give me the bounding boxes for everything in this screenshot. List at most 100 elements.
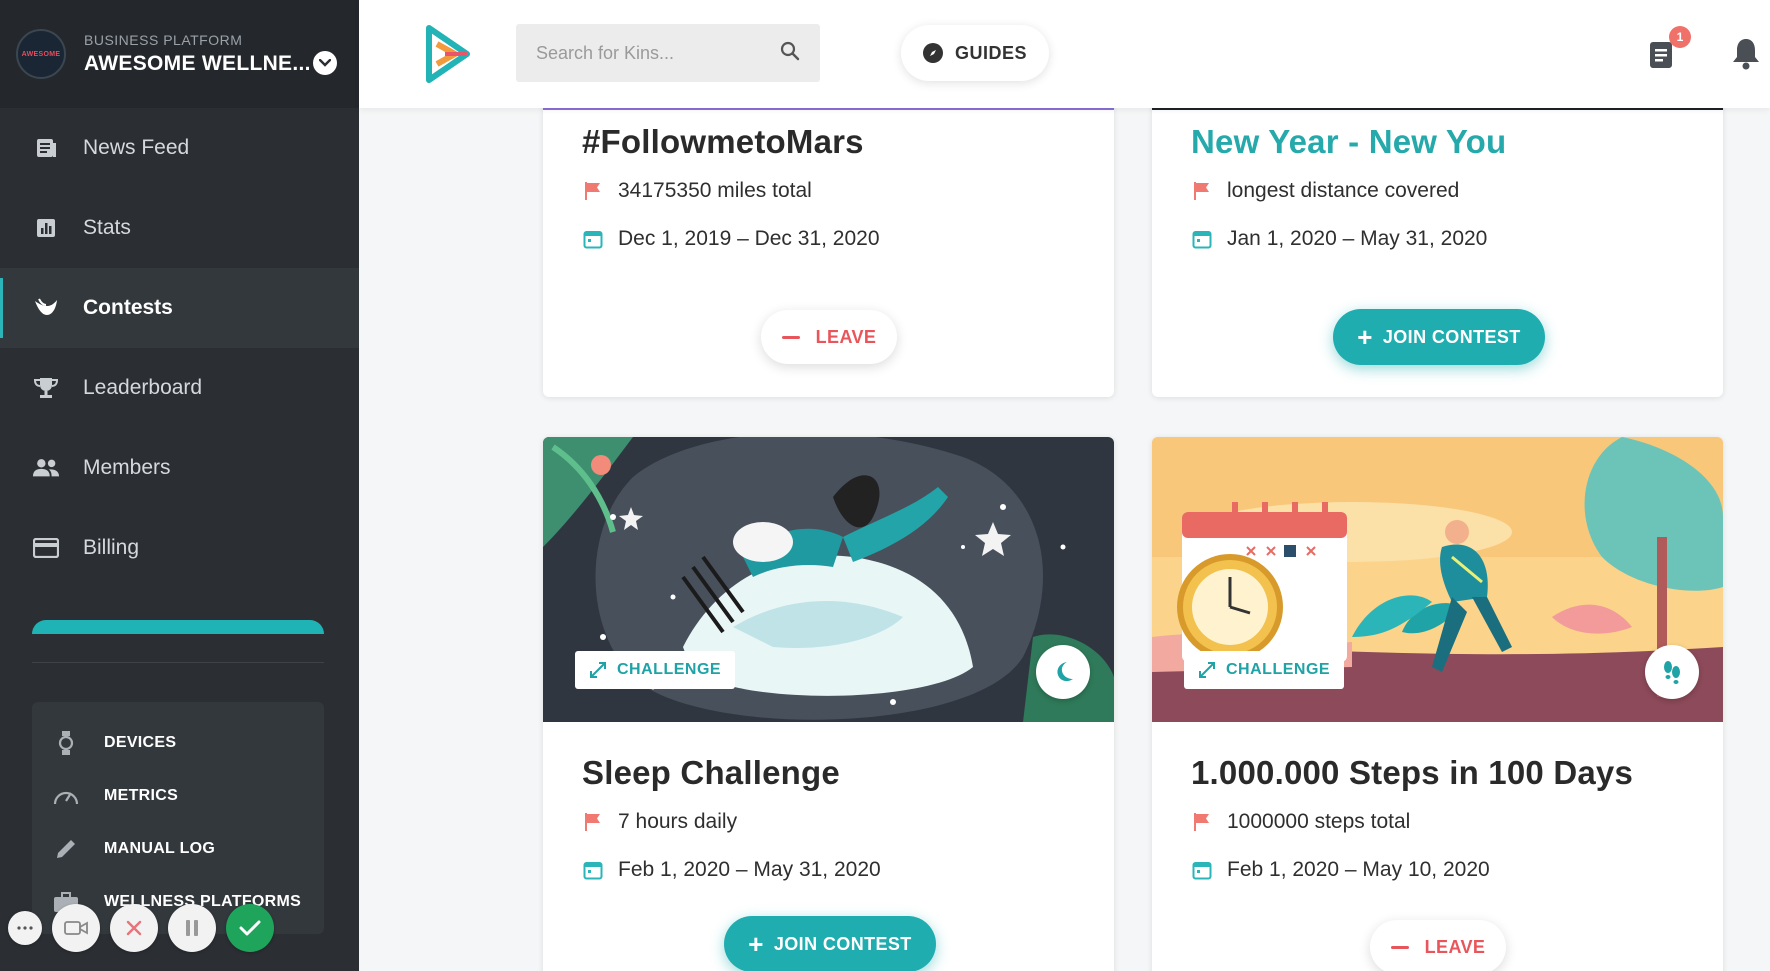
challenge-chip-label: CHALLENGE [617, 661, 722, 678]
minus-icon [781, 335, 800, 339]
contest-goal: 34175350 miles total [582, 179, 812, 203]
sidebar-item-contests[interactable]: Contests [0, 268, 359, 348]
contest-dates: Feb 1, 2020 – May 10, 2020 [1191, 858, 1490, 882]
challenge-chip-label: CHALLENGE [1226, 661, 1331, 678]
metrics-link[interactable]: METRICS [32, 769, 324, 822]
business-name: AWESOME WELLNE... [84, 52, 311, 75]
contest-dates-text: Feb 1, 2020 – May 10, 2020 [1227, 858, 1490, 881]
sidebar-item-label: Leaderboard [83, 376, 203, 399]
recording-toolbar [8, 904, 274, 952]
plus-icon: + [748, 929, 764, 959]
more-options-button[interactable] [8, 911, 42, 945]
sidebar-item-leaderboard[interactable]: Leaderboard [0, 348, 359, 428]
contests-icon [32, 294, 60, 322]
search-bar[interactable] [516, 24, 820, 82]
watch-icon [52, 729, 80, 757]
contest-dates-text: Feb 1, 2020 – May 31, 2020 [618, 858, 881, 881]
expand-arrows-icon [589, 661, 607, 679]
compass-icon [922, 43, 943, 63]
contest-title: #FollowmetoMars [582, 123, 864, 160]
contest-card[interactable]: CHALLENGE Sleep Challenge 7 hours daily … [543, 437, 1114, 971]
contest-goal: 1000000 steps total [1191, 810, 1410, 834]
manual-log-link[interactable]: MANUAL LOG [32, 822, 324, 875]
contest-goal: 7 hours daily [582, 810, 737, 834]
join-contest-label: JOIN CONTEST [1382, 326, 1521, 347]
sidebar-nav: News Feed Stats Contests Leaderboard Mem… [0, 108, 359, 588]
sidebar-item-label: Members [83, 456, 171, 479]
contest-goal: longest distance covered [1191, 179, 1459, 203]
sidebar-item-label: Contests [83, 296, 173, 319]
sidebar-item-members[interactable]: Members [0, 428, 359, 508]
gauge-icon [52, 782, 80, 810]
flag-icon [582, 180, 604, 202]
guides-label: GUIDES [954, 42, 1027, 63]
flag-icon [582, 811, 604, 833]
search-input[interactable] [536, 42, 780, 64]
calendar-icon [1191, 859, 1213, 881]
sidebar: AWESOME BUSINESS PLATFORM AWESOME WELLNE… [0, 0, 359, 971]
contest-goal-text: 1000000 steps total [1227, 810, 1411, 833]
manual-log-label: MANUAL LOG [104, 839, 216, 857]
divider [32, 662, 324, 663]
guides-button[interactable]: GUIDES [901, 25, 1049, 81]
notification-count-badge: 1 [1669, 26, 1691, 48]
finish-recording-button[interactable] [226, 904, 274, 952]
calendar-icon [582, 859, 604, 881]
challenge-chip: CHALLENGE [575, 651, 736, 689]
billing-icon [32, 534, 60, 562]
contests-grid: #FollowmetoMars 34175350 miles total Dec… [359, 0, 1770, 971]
join-contest-label: JOIN CONTEST [773, 933, 912, 954]
challenge-chip: CHALLENGE [1184, 651, 1345, 689]
leave-button-label: LEAVE [815, 326, 877, 347]
moon-icon [1036, 645, 1090, 699]
sidebar-item-label: Stats [83, 216, 131, 239]
plus-icon: + [1357, 322, 1373, 352]
pencil-icon [52, 835, 80, 863]
sidebar-item-stats[interactable]: Stats [0, 188, 359, 268]
metrics-label: METRICS [104, 786, 179, 804]
devices-label: DEVICES [104, 733, 177, 751]
app-logo[interactable] [423, 24, 473, 84]
pause-recording-button[interactable] [168, 904, 216, 952]
contest-title: Sleep Challenge [582, 754, 840, 791]
sidebar-item-billing[interactable]: Billing [0, 508, 359, 588]
members-icon [32, 454, 60, 482]
contest-dates: Jan 1, 2020 – May 31, 2020 [1191, 227, 1487, 251]
contest-title[interactable]: New Year - New You [1191, 123, 1506, 161]
contest-goal-text: longest distance covered [1227, 179, 1460, 202]
business-logo: AWESOME [16, 29, 66, 79]
stats-icon [32, 214, 60, 242]
join-contest-button[interactable]: + JOIN CONTEST [1333, 309, 1545, 365]
trophy-icon [32, 374, 60, 402]
join-contest-button[interactable]: + JOIN CONTEST [724, 916, 936, 971]
chevron-down-icon[interactable] [313, 51, 337, 75]
top-header: GUIDES 1 [359, 0, 1770, 108]
sidebar-item-label: News Feed [83, 136, 190, 159]
contest-dates: Feb 1, 2020 – May 31, 2020 [582, 858, 881, 882]
leave-button[interactable]: LEAVE [761, 310, 897, 364]
flag-icon [1191, 811, 1213, 833]
bell-icon[interactable] [1730, 36, 1762, 70]
footprints-icon [1645, 645, 1699, 699]
devices-link[interactable]: DEVICES [32, 716, 324, 769]
sidebar-item-news-feed[interactable]: News Feed [0, 108, 359, 188]
minus-icon [1390, 945, 1409, 949]
devices-panel: DEVICES METRICS MANUAL LOG WELLNESS PLAT… [32, 702, 324, 934]
search-icon[interactable] [780, 41, 800, 66]
contest-goal-text: 7 hours daily [618, 810, 738, 833]
upgrade-button[interactable] [32, 620, 324, 634]
sidebar-item-label: Billing [83, 536, 140, 559]
brand-subtitle: BUSINESS PLATFORM [84, 32, 243, 48]
leave-button-label: LEAVE [1424, 936, 1486, 957]
news-feed-icon [32, 134, 60, 162]
contest-card[interactable]: CHALLENGE 1.000.000 Steps in 100 Days 10… [1152, 437, 1723, 971]
contest-dates-text: Jan 1, 2020 – May 31, 2020 [1227, 227, 1488, 250]
discard-recording-button[interactable] [110, 904, 158, 952]
calendar-icon [1191, 228, 1213, 250]
leave-button[interactable]: LEAVE [1370, 920, 1506, 971]
camera-toggle-button[interactable] [52, 904, 100, 952]
flag-icon [1191, 180, 1213, 202]
calendar-icon [582, 228, 604, 250]
contest-dates: Dec 1, 2019 – Dec 31, 2020 [582, 227, 880, 251]
business-switcher[interactable]: AWESOME BUSINESS PLATFORM AWESOME WELLNE… [0, 0, 359, 108]
